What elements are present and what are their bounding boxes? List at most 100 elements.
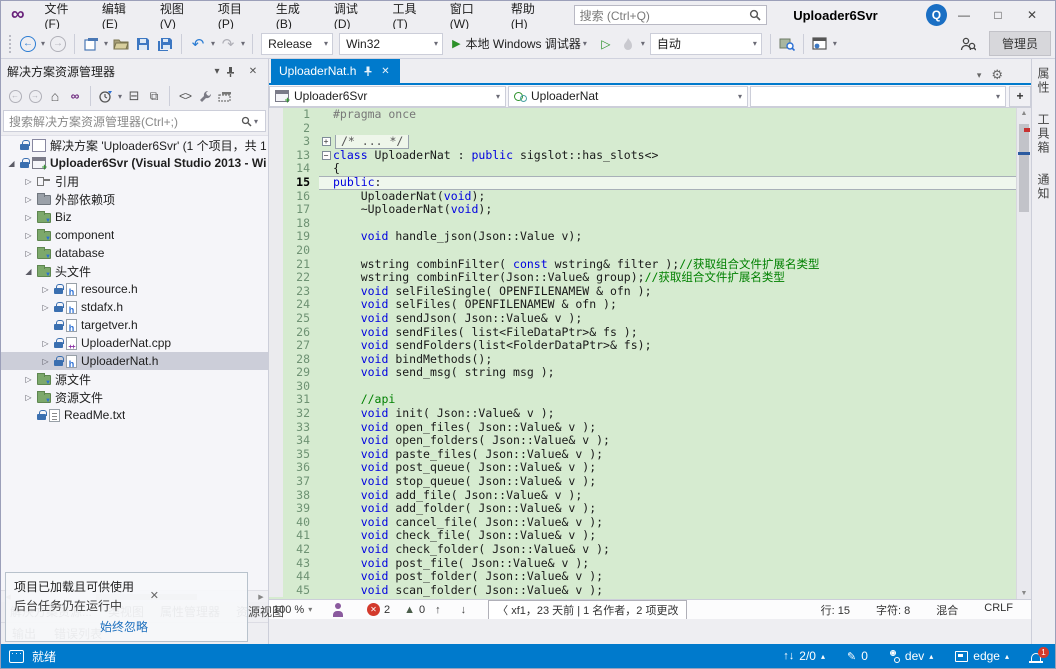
tree-collapsed-arrow-icon[interactable]: ▷ [22, 195, 35, 204]
code-line[interactable]: 19 void handle_json(Json::Value v); [269, 230, 1016, 244]
filter-dropdown-icon[interactable]: ▾ [116, 92, 124, 101]
code-line[interactable]: 25 void sendJson( Json::Value& v ); [269, 312, 1016, 326]
code-line[interactable]: 28 void bindMethods(); [269, 353, 1016, 367]
scroll-up-icon[interactable]: ▲ [1017, 110, 1031, 117]
editor-vertical-scrollbar[interactable]: ▲ ▼ [1016, 108, 1031, 599]
new-project-button[interactable] [80, 33, 102, 55]
codelens-author-icon[interactable] [331, 603, 345, 617]
fold-box[interactable]: + [322, 137, 331, 146]
tree-item[interactable]: ▷UploaderNat.cpp [1, 334, 268, 352]
navigate-back-dropdown-icon[interactable]: ▾ [39, 39, 47, 48]
window-position-icon[interactable]: ▾ [208, 66, 226, 77]
breakpoint-gutter[interactable] [269, 244, 283, 258]
code-line[interactable]: 31 //api [269, 393, 1016, 407]
breakpoint-gutter[interactable] [269, 380, 283, 394]
start-debug-button[interactable]: ▶ 本地 Windows 调试器 ▾ [448, 33, 593, 55]
document-list-dropdown-icon[interactable]: ▾ [977, 70, 982, 81]
breakpoint-gutter[interactable] [269, 475, 283, 489]
feedback-person-icon[interactable] [957, 33, 979, 55]
solution-platform-combo[interactable]: Win32 ▾ [339, 33, 443, 55]
toolbar-overflow-icon[interactable]: ▾ [831, 39, 839, 48]
breakpoint-gutter[interactable] [269, 176, 283, 190]
tree-collapsed-arrow-icon[interactable]: ▷ [22, 249, 35, 258]
close-button[interactable]: ✕ [1015, 3, 1049, 27]
project-scope-combo[interactable]: Uploader6Svr ▾ [269, 86, 506, 107]
side-tab-通知[interactable]: 通知 [1035, 173, 1052, 201]
breakpoint-gutter[interactable] [269, 312, 283, 326]
solution-explorer-header[interactable]: 解决方案资源管理器 ▾ ✕ [1, 59, 268, 83]
breakpoint-gutter[interactable] [269, 217, 283, 231]
breakpoint-gutter[interactable] [269, 543, 283, 557]
code-line[interactable]: 44 void post_folder( Json::Value& v ); [269, 570, 1016, 584]
save-all-button[interactable] [154, 33, 176, 55]
breakpoint-gutter[interactable] [269, 108, 283, 122]
tree-item[interactable]: ▷resource.h [1, 280, 268, 298]
sync-with-active-document-icon[interactable]: ⧉ [144, 86, 164, 106]
error-count-icon[interactable]: ✕ [367, 603, 380, 616]
properties-wrench-icon[interactable] [195, 86, 215, 106]
side-tab-工具箱[interactable]: 工具箱 [1035, 113, 1052, 155]
tree-item[interactable]: ▷源文件 [1, 370, 268, 388]
tree-item[interactable]: ◢头文件 [1, 262, 268, 280]
gear-icon[interactable]: ⚙ [991, 67, 1003, 83]
code-line[interactable]: 18 [269, 217, 1016, 231]
tree-item[interactable]: ▷资源文件 [1, 388, 268, 406]
collapse-all-icon[interactable]: ⊟ [124, 86, 144, 106]
breakpoint-gutter[interactable] [269, 421, 283, 435]
tree-item[interactable]: ▷Biz [1, 208, 268, 226]
tree-item[interactable]: ▷database [1, 244, 268, 262]
code-line[interactable]: 41 void check_file( Json::Value& v ); [269, 529, 1016, 543]
code-line[interactable]: 36 void post_queue( Json::Value& v ); [269, 461, 1016, 475]
breakpoint-gutter[interactable] [269, 353, 283, 367]
tree-collapsed-arrow-icon[interactable]: ▷ [22, 375, 35, 384]
view-code-icon[interactable]: <> [175, 86, 195, 106]
type-scope-combo[interactable]: UploaderNat ▾ [508, 86, 748, 107]
minimize-button[interactable]: — [947, 3, 981, 27]
code-line[interactable]: 23 void selFileSingle( OPENFILENAMEW & o… [269, 285, 1016, 299]
breakpoint-gutter[interactable] [269, 298, 283, 312]
tree-collapsed-arrow-icon[interactable]: ▷ [22, 231, 35, 240]
close-icon[interactable]: ✕ [244, 66, 262, 77]
statusbar-bell-item[interactable]: 1 [1031, 651, 1041, 662]
code-line[interactable]: 13−class UploaderNat : public sigslot::h… [269, 149, 1016, 163]
pin-icon[interactable] [226, 66, 244, 77]
member-scope-combo[interactable]: ▾ [750, 86, 1006, 107]
tree-collapsed-arrow-icon[interactable]: ▷ [39, 339, 52, 348]
code-line[interactable]: 39 void add_folder( Json::Value& v ); [269, 502, 1016, 516]
scroll-down-icon[interactable]: ▼ [1017, 590, 1031, 597]
code-line[interactable]: 24 void selFiles( OPENFILENAMEW & ofn ); [269, 298, 1016, 312]
quick-launch-search[interactable]: 搜索 (Ctrl+Q) [574, 5, 768, 25]
start-without-debug-button[interactable]: ▷ [595, 33, 617, 55]
navigate-forward-button[interactable]: → [47, 33, 69, 55]
code-line[interactable]: 3+/* ... */ [269, 135, 1016, 149]
code-line[interactable]: 21 wstring combinFilter( const wstring& … [269, 258, 1016, 272]
breakpoint-gutter[interactable] [269, 203, 283, 217]
breakpoint-gutter[interactable] [269, 448, 283, 462]
save-button[interactable] [132, 33, 154, 55]
code-line[interactable]: 43 void post_file( Json::Value& v ); [269, 557, 1016, 571]
document-tab[interactable]: UploaderNat.h ✕ [271, 59, 400, 83]
tree-expanded-arrow-icon[interactable]: ◢ [22, 267, 35, 276]
breakpoint-gutter[interactable] [269, 190, 283, 204]
warning-icon[interactable]: ▲ [404, 604, 415, 616]
tree-item[interactable]: ▷stdafx.h [1, 298, 268, 316]
toolbar-grip[interactable] [9, 35, 13, 53]
code-line[interactable]: 33 void open_files( Json::Value& v ); [269, 421, 1016, 435]
breakpoint-gutter[interactable] [269, 339, 283, 353]
code-line[interactable]: 15public: [269, 176, 1016, 190]
ide-window-button[interactable] [809, 33, 831, 55]
code-line[interactable]: 35 void paste_files( Json::Value& v ); [269, 448, 1016, 462]
breakpoint-gutter[interactable] [269, 407, 283, 421]
tree-item[interactable]: 解决方案 'Uploader6Svr' (1 个项目，共 1 个) [1, 136, 268, 154]
tree-collapsed-arrow-icon[interactable]: ▷ [22, 177, 35, 186]
undo-button[interactable]: ↶ [187, 33, 209, 55]
auto-combo[interactable]: 自动 ▾ [650, 33, 762, 55]
tab-close-icon[interactable]: ✕ [378, 66, 392, 77]
code-line[interactable]: 17 ~UploaderNat(void); [269, 203, 1016, 217]
home-icon[interactable]: ⌂ [45, 86, 65, 106]
code-line[interactable]: 40 void cancel_file( Json::Value& v ); [269, 516, 1016, 530]
code-line[interactable]: 16 UploaderNat(void); [269, 190, 1016, 204]
pending-changes-filter-icon[interactable] [96, 86, 116, 106]
search-options-icon[interactable]: ▾ [252, 117, 260, 126]
code-line[interactable]: 26 void sendFiles( list<FileDataPtr>& fs… [269, 326, 1016, 340]
